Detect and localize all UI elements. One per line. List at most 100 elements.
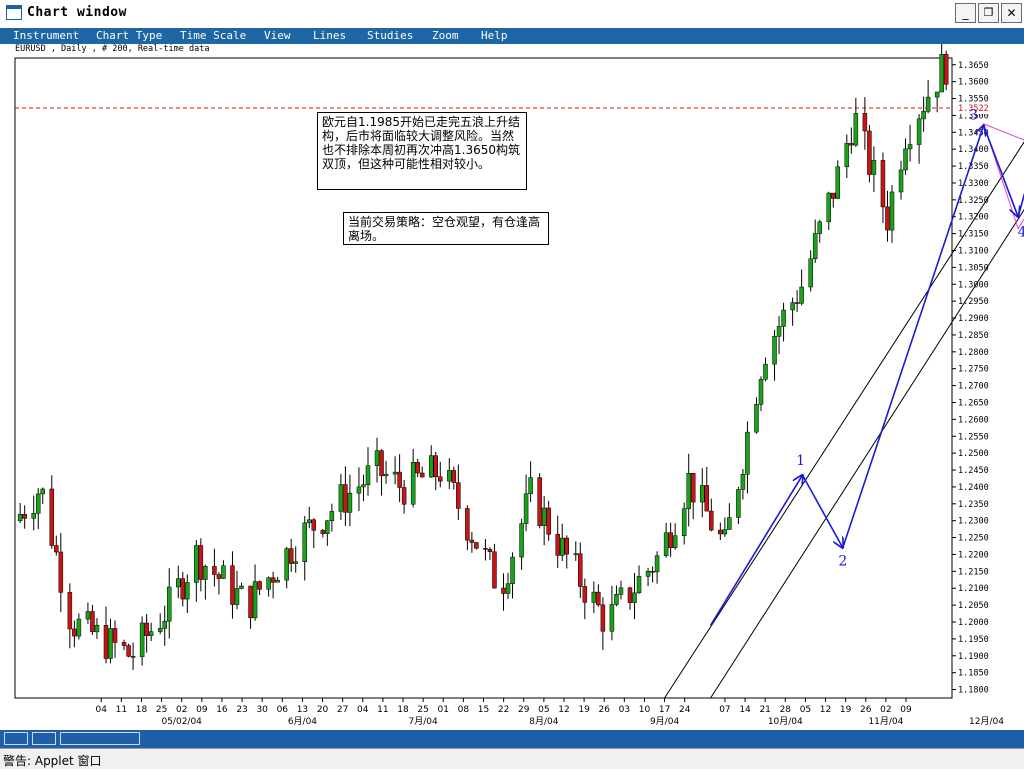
candle-body bbox=[17, 514, 23, 521]
y-tick-label: 1.2400 bbox=[958, 483, 989, 493]
candle-body bbox=[505, 583, 511, 594]
y-tick-label: 1.2350 bbox=[958, 500, 989, 510]
candle-body bbox=[49, 488, 55, 546]
x-tick-label: 02 bbox=[880, 705, 891, 715]
candle-body bbox=[307, 519, 312, 524]
candle-body bbox=[103, 625, 109, 659]
y-tick-label: 1.1850 bbox=[958, 669, 989, 679]
candle-body bbox=[934, 91, 940, 98]
candle-body bbox=[627, 587, 633, 603]
y-tick-label: 1.2050 bbox=[958, 601, 989, 611]
x-month-label: 8月/04 bbox=[529, 716, 558, 727]
candle-body bbox=[234, 588, 240, 605]
menu-help[interactable]: Help bbox=[481, 29, 508, 42]
minimize-button[interactable]: _ bbox=[955, 3, 976, 23]
y-tick-label: 1.2650 bbox=[958, 398, 989, 408]
candle-body bbox=[772, 335, 777, 365]
status-text: 警告: Applet 窗口 bbox=[3, 754, 102, 768]
candle-body bbox=[510, 556, 515, 584]
candle-body bbox=[853, 113, 859, 146]
menu-time-scale[interactable]: Time Scale bbox=[180, 29, 246, 42]
candle-body bbox=[465, 508, 470, 541]
candle-body bbox=[483, 547, 488, 550]
x-tick-label: 11 bbox=[116, 705, 127, 715]
candle-body bbox=[338, 484, 344, 512]
candle-body bbox=[709, 510, 714, 531]
candle-body bbox=[392, 471, 398, 475]
candle-body bbox=[361, 484, 366, 488]
x-tick-label: 10 bbox=[639, 705, 651, 715]
y-tick-label: 1.2450 bbox=[958, 466, 989, 476]
candle-body bbox=[185, 582, 190, 600]
menu-studies[interactable]: Studies bbox=[367, 29, 413, 42]
x-tick-label: 30 bbox=[256, 705, 268, 715]
candle-body bbox=[754, 404, 759, 433]
x-tick-label: 19 bbox=[578, 705, 590, 715]
candle-body bbox=[94, 625, 100, 633]
x-tick-label: 19 bbox=[840, 705, 852, 715]
candle-body bbox=[817, 221, 822, 234]
candle-body bbox=[329, 511, 335, 522]
close-button[interactable]: ✕ bbox=[1001, 3, 1022, 23]
restore-button[interactable]: ❐ bbox=[978, 3, 999, 23]
x-tick-label: 12 bbox=[558, 705, 569, 715]
candle-body bbox=[230, 565, 235, 605]
menu-lines[interactable]: Lines bbox=[313, 29, 346, 42]
candle-body bbox=[903, 148, 908, 171]
menu-chart-type[interactable]: Chart Type bbox=[96, 29, 162, 42]
candle-body bbox=[284, 548, 289, 581]
candle-body bbox=[266, 577, 271, 590]
menu-view[interactable]: View bbox=[264, 29, 291, 42]
x-tick-label: 16 bbox=[216, 705, 228, 715]
status-bar: 警告: Applet 窗口 bbox=[0, 748, 1024, 769]
candle-body bbox=[433, 455, 438, 478]
y-tick-label: 1.3650 bbox=[958, 61, 989, 71]
candle-body bbox=[302, 522, 307, 562]
candle-body bbox=[799, 286, 804, 304]
candle-body bbox=[686, 473, 691, 509]
wave-label: 3 bbox=[969, 108, 978, 124]
x-tick-label: 04 bbox=[357, 705, 369, 715]
candle-body bbox=[239, 585, 244, 589]
candle-body bbox=[474, 542, 479, 549]
scroll-right-button[interactable] bbox=[32, 732, 56, 745]
x-tick-label: 06 bbox=[277, 705, 289, 715]
x-tick-label: 28 bbox=[780, 705, 792, 715]
scroll-thumb[interactable] bbox=[60, 732, 140, 745]
candle-body bbox=[311, 519, 317, 531]
candle-body bbox=[609, 604, 615, 632]
candle-body bbox=[776, 326, 782, 337]
x-month-label: 7月/04 bbox=[409, 716, 438, 727]
window-title: Chart window bbox=[27, 5, 127, 20]
x-tick-label: 24 bbox=[679, 705, 691, 715]
candle-body bbox=[921, 111, 926, 120]
candle-body bbox=[880, 160, 886, 208]
menu-zoom[interactable]: Zoom bbox=[432, 29, 459, 42]
y-tick-label: 1.2100 bbox=[958, 584, 989, 594]
candle-body bbox=[916, 118, 922, 145]
x-tick-label: 09 bbox=[900, 705, 912, 715]
scroll-left-button[interactable] bbox=[4, 732, 28, 745]
candle-body bbox=[736, 489, 741, 518]
x-month-label: 12月/04 bbox=[969, 716, 1004, 727]
candle-body bbox=[614, 594, 619, 605]
wave-label: 4 bbox=[1018, 225, 1024, 241]
candle-body bbox=[383, 473, 389, 477]
candle-body bbox=[808, 258, 813, 288]
candle-body bbox=[727, 517, 732, 530]
candle-body bbox=[668, 532, 673, 548]
menu-instrument[interactable]: Instrument bbox=[13, 29, 79, 42]
candle-body bbox=[672, 535, 678, 548]
candle-body bbox=[700, 485, 705, 503]
x-tick-label: 29 bbox=[518, 705, 530, 715]
y-tick-label: 1.2600 bbox=[958, 415, 989, 425]
y-tick-label: 1.3400 bbox=[958, 145, 989, 155]
candle-body bbox=[58, 551, 64, 593]
candle-body bbox=[618, 587, 624, 595]
candle-body bbox=[745, 431, 750, 475]
candle-body bbox=[257, 581, 262, 590]
candle-body bbox=[31, 513, 36, 519]
y-tick-label: 1.3450 bbox=[958, 128, 989, 138]
y-tick-label: 1.2800 bbox=[958, 348, 989, 358]
y-tick-label: 1.3150 bbox=[958, 230, 989, 240]
